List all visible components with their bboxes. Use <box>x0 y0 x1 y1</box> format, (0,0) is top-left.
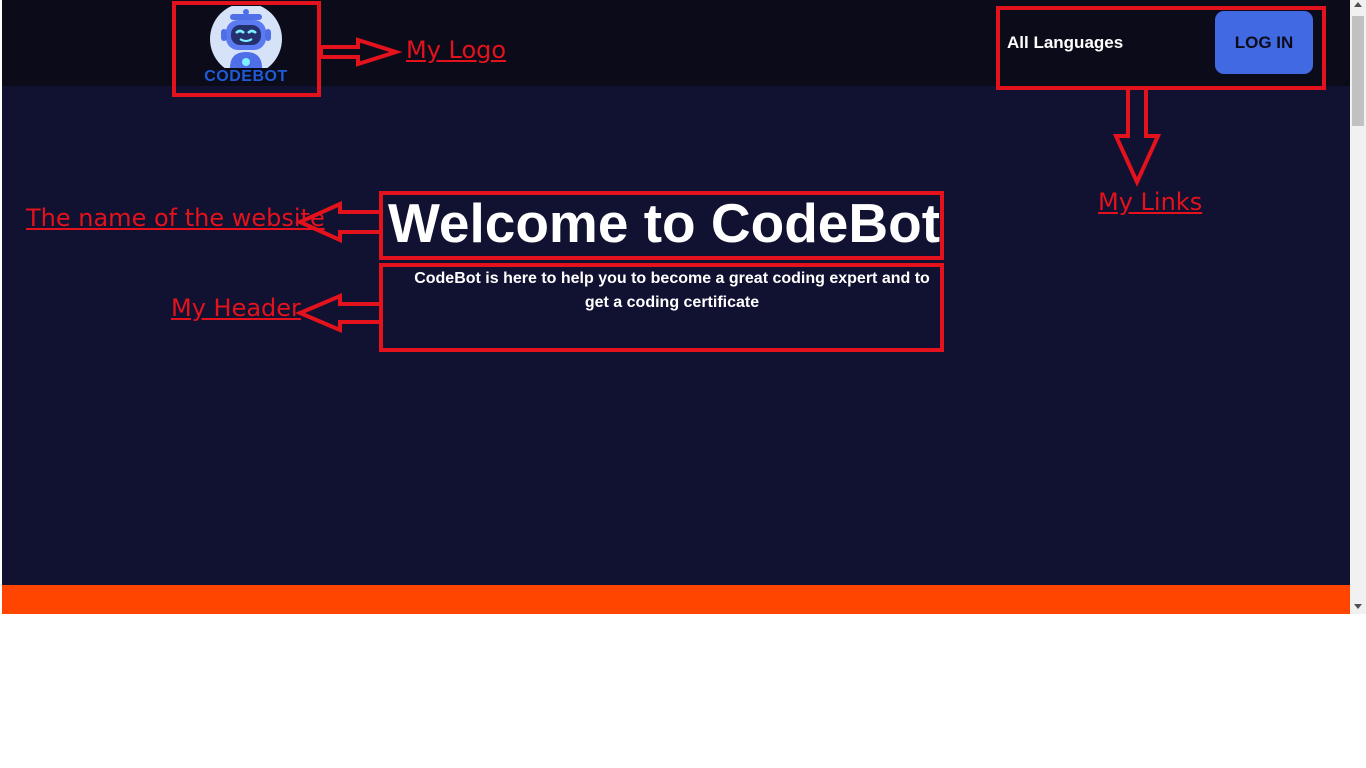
site-logo[interactable]: CODEBOT <box>200 3 292 88</box>
screenshot-stage: CODEBOT All Languages LOG IN Welcome to … <box>0 0 1366 768</box>
top-navigation-bar: CODEBOT All Languages LOG IN <box>2 0 1350 86</box>
hero-subtitle: CodeBot is here to help you to become a … <box>414 270 930 311</box>
scrollbar-thumb[interactable] <box>1352 16 1364 126</box>
scroll-up-arrow-icon[interactable] <box>1354 2 1362 7</box>
vertical-scrollbar[interactable] <box>1350 0 1366 614</box>
web-page: CODEBOT All Languages LOG IN Welcome to … <box>2 0 1350 614</box>
hero-title: Welcome to CodeBot <box>387 192 941 254</box>
login-button[interactable]: LOG IN <box>1215 11 1313 74</box>
footer-strip <box>2 585 1350 614</box>
robot-icon <box>210 3 282 75</box>
logo-wordmark: CODEBOT <box>204 68 288 85</box>
nav-link-all-languages[interactable]: All Languages <box>1007 33 1123 53</box>
scroll-down-arrow-icon[interactable] <box>1354 604 1362 609</box>
